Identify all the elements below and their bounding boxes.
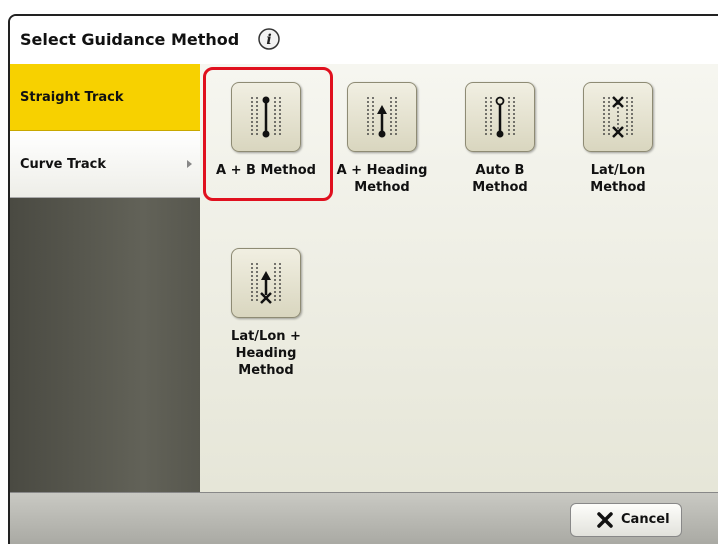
lat-lon-method-button[interactable] [583,82,653,152]
method-label-line: A + Heading [336,163,428,178]
cancel-button[interactable]: Cancel [570,503,682,537]
a-heading-method-button[interactable] [347,82,417,152]
lat-lon-method-icon [603,96,633,138]
x-icon [597,512,613,528]
auto-b-method-button[interactable] [465,82,535,152]
lat-lon-method-option[interactable]: Lat/Lon Method [568,82,668,196]
method-label-line: Lat/Lon + [231,329,301,344]
info-icon[interactable]: i [258,28,280,50]
method-label-line: Method [590,180,646,195]
auto-b-method-option[interactable]: Auto B Method [450,82,550,196]
method-label-line: Heading [235,346,297,361]
chevron-right-icon [187,160,192,168]
dialog-footer: Cancel [10,492,718,544]
method-label-line: Lat/Lon [590,163,646,178]
method-label-line: Auto B [475,163,525,178]
method-label: Auto B Method [450,162,550,196]
dialog-header: Select Guidance Method i [10,16,718,65]
method-label-line: Method [354,180,410,195]
auto-b-method-icon [485,96,515,138]
tab-curve-track[interactable]: Curve Track [10,131,200,198]
svg-text:i: i [266,32,271,48]
method-label: Lat/Lon + Heading Method [216,328,316,379]
method-label-line: Method [238,363,294,378]
dialog-title: Select Guidance Method [20,30,240,49]
lat-lon-heading-method-icon [251,263,281,304]
cancel-label: Cancel [621,512,670,527]
selection-highlight [203,67,333,201]
tab-straight-track[interactable]: Straight Track [10,64,200,131]
a-heading-method-option[interactable]: A + Heading Method [332,82,432,196]
guidance-method-dialog: Select Guidance Method i Straight Track … [8,14,718,544]
tab-label: Curve Track [20,157,106,172]
lat-lon-heading-method-button[interactable] [231,248,301,318]
lat-lon-heading-method-option[interactable]: Lat/Lon + Heading Method [216,248,316,379]
method-label: A + Heading Method [332,162,432,196]
track-type-sidebar: Straight Track Curve Track [10,64,200,492]
method-label-line: Method [472,180,528,195]
tab-label: Straight Track [20,90,124,105]
a-heading-method-icon [367,97,397,138]
method-label: Lat/Lon Method [568,162,668,196]
